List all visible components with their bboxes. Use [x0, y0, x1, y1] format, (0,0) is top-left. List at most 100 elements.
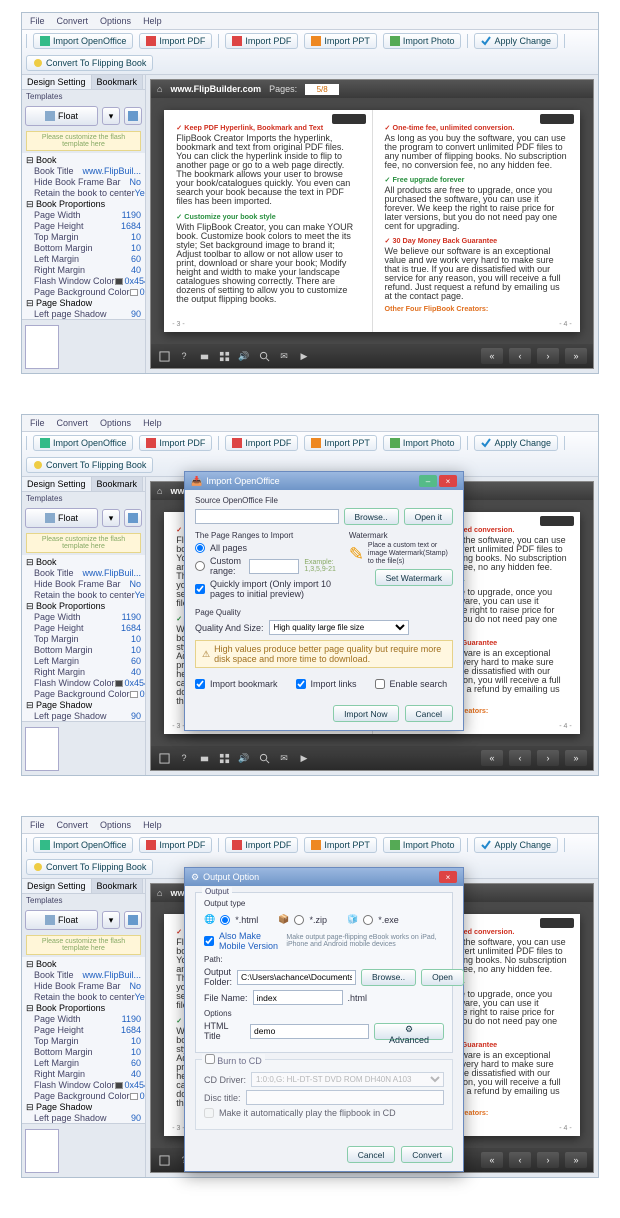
output-exe-radio[interactable]	[363, 915, 373, 925]
menu-file[interactable]: File	[30, 418, 45, 428]
print-icon[interactable]	[197, 751, 211, 765]
template-save-button[interactable]	[124, 911, 142, 929]
import-pdf-button[interactable]: Import PDF	[139, 33, 212, 49]
import-photo-button[interactable]: Import Photo	[383, 435, 462, 451]
nav-next-button[interactable]: ›	[537, 750, 559, 766]
import-ppt-button[interactable]: Import PPT	[304, 837, 377, 853]
thumbnails-icon[interactable]	[217, 349, 231, 363]
page-left[interactable]: ✓ Keep PDF Hyperlink, Bookmark and Text …	[164, 110, 372, 331]
set-watermark-button[interactable]: Set Watermark	[375, 569, 453, 586]
property-tree[interactable]: ⊟ BookBook Titlewww.FlipBuil...Hide Book…	[22, 957, 145, 1123]
tab-design-setting[interactable]: Design Setting	[22, 75, 92, 89]
open-button[interactable]: Open it	[404, 508, 453, 525]
import-openoffice-button[interactable]: Import OpenOffice	[33, 837, 133, 853]
open-folder-button[interactable]: Open	[421, 969, 464, 986]
nav-last-button[interactable]: »	[565, 750, 587, 766]
autoplay-icon[interactable]: ▶	[297, 349, 311, 363]
fullscreen-icon[interactable]	[157, 751, 171, 765]
sound-icon[interactable]: 🔊	[237, 751, 251, 765]
export-pdf-button[interactable]: Import PDF	[225, 435, 298, 451]
apply-change-button[interactable]: Apply Change	[474, 33, 558, 49]
page-thumbnail[interactable]	[25, 727, 59, 771]
minimize-button[interactable]: –	[419, 475, 437, 487]
import-ppt-button[interactable]: Import PPT	[304, 435, 377, 451]
advanced-button[interactable]: ⚙ Advanced	[374, 1023, 444, 1040]
quality-select[interactable]: High quality large file size	[269, 620, 409, 635]
property-tree[interactable]: ⊟ BookBook Titlewww.FlipBuil...Hide Book…	[22, 153, 145, 319]
file-name-input[interactable]	[253, 990, 343, 1005]
custom-range-input[interactable]	[249, 559, 299, 574]
import-openoffice-button[interactable]: Import OpenOffice	[33, 33, 133, 49]
menu-convert[interactable]: Convert	[57, 820, 89, 830]
nav-last-button[interactable]: »	[565, 348, 587, 364]
template-save-button[interactable]	[124, 509, 142, 527]
fullscreen-icon[interactable]	[157, 349, 171, 363]
page-input[interactable]	[305, 84, 339, 95]
apply-change-button[interactable]: Apply Change	[474, 837, 558, 853]
import-links-check[interactable]	[296, 679, 306, 689]
nav-next-button[interactable]: ›	[537, 1152, 559, 1168]
page-right[interactable]: ✓ One-time fee, unlimited conversion. As…	[373, 110, 580, 331]
menu-help[interactable]: Help	[143, 16, 162, 26]
autoplay-icon[interactable]: ▶	[297, 751, 311, 765]
nav-prev-button[interactable]: ‹	[509, 750, 531, 766]
convert-flipbook-button[interactable]: Convert To Flipping Book	[26, 457, 153, 473]
tab-design-setting[interactable]: Design Setting	[22, 477, 92, 491]
import-pdf-button[interactable]: Import PDF	[139, 837, 212, 853]
home-icon[interactable]: ⌂	[157, 486, 162, 496]
menu-convert[interactable]: Convert	[57, 16, 89, 26]
output-zip-radio[interactable]	[294, 915, 304, 925]
export-pdf-button[interactable]: Import PDF	[225, 837, 298, 853]
browse-button[interactable]: Browse..	[344, 508, 399, 525]
help-icon[interactable]: ?	[177, 349, 191, 363]
nav-last-button[interactable]: »	[565, 1152, 587, 1168]
template-dropdown-button[interactable]: ▾	[102, 107, 120, 125]
fullscreen-icon[interactable]	[157, 1153, 171, 1167]
tab-bookmark[interactable]: Bookmark	[92, 879, 144, 893]
menu-options[interactable]: Options	[100, 820, 131, 830]
share-icon[interactable]: ✉	[277, 349, 291, 363]
mobile-version-check[interactable]	[204, 936, 214, 946]
menu-file[interactable]: File	[30, 16, 45, 26]
page-thumbnail[interactable]	[25, 325, 59, 369]
html-title-input[interactable]	[250, 1024, 369, 1039]
import-photo-button[interactable]: Import Photo	[383, 837, 462, 853]
cancel-button[interactable]: Cancel	[405, 705, 453, 722]
close-button[interactable]: ×	[439, 475, 457, 487]
print-icon[interactable]	[197, 349, 211, 363]
float-template-button[interactable]: Float	[25, 106, 98, 126]
import-pdf-button[interactable]: Import PDF	[139, 435, 212, 451]
nav-first-button[interactable]: «	[481, 1152, 503, 1168]
apply-change-button[interactable]: Apply Change	[474, 435, 558, 451]
export-pdf-button[interactable]: Import PDF	[225, 33, 298, 49]
menu-help[interactable]: Help	[143, 418, 162, 428]
convert-flipbook-button[interactable]: Convert To Flipping Book	[26, 55, 153, 71]
close-button[interactable]: ×	[439, 871, 457, 883]
template-dropdown-button[interactable]: ▾	[102, 911, 120, 929]
convert-flipbook-button[interactable]: Convert To Flipping Book	[26, 859, 153, 875]
float-template-button[interactable]: Float	[25, 910, 98, 930]
tab-bookmark[interactable]: Bookmark	[92, 75, 144, 89]
output-html-radio[interactable]	[220, 915, 230, 925]
custom-range-radio[interactable]	[195, 561, 205, 571]
browse-button[interactable]: Browse..	[361, 969, 416, 986]
template-dropdown-button[interactable]: ▾	[102, 509, 120, 527]
import-now-button[interactable]: Import Now	[333, 705, 398, 722]
import-bookmark-check[interactable]	[195, 679, 205, 689]
sound-icon[interactable]: 🔊	[237, 349, 251, 363]
menu-options[interactable]: Options	[100, 418, 131, 428]
nav-prev-button[interactable]: ‹	[509, 1152, 531, 1168]
convert-button[interactable]: Convert	[401, 1146, 453, 1163]
cancel-button[interactable]: Cancel	[347, 1146, 395, 1163]
menu-options[interactable]: Options	[100, 16, 131, 26]
float-template-button[interactable]: Float	[25, 508, 98, 528]
zoom-icon[interactable]	[257, 349, 271, 363]
quick-import-check[interactable]	[195, 584, 205, 594]
template-save-button[interactable]	[124, 107, 142, 125]
menu-file[interactable]: File	[30, 820, 45, 830]
property-tree[interactable]: ⊟ BookBook Titlewww.FlipBuil...Hide Book…	[22, 555, 145, 721]
help-icon[interactable]: ?	[177, 751, 191, 765]
nav-next-button[interactable]: ›	[537, 348, 559, 364]
menu-convert[interactable]: Convert	[57, 418, 89, 428]
all-pages-radio[interactable]	[195, 543, 205, 553]
